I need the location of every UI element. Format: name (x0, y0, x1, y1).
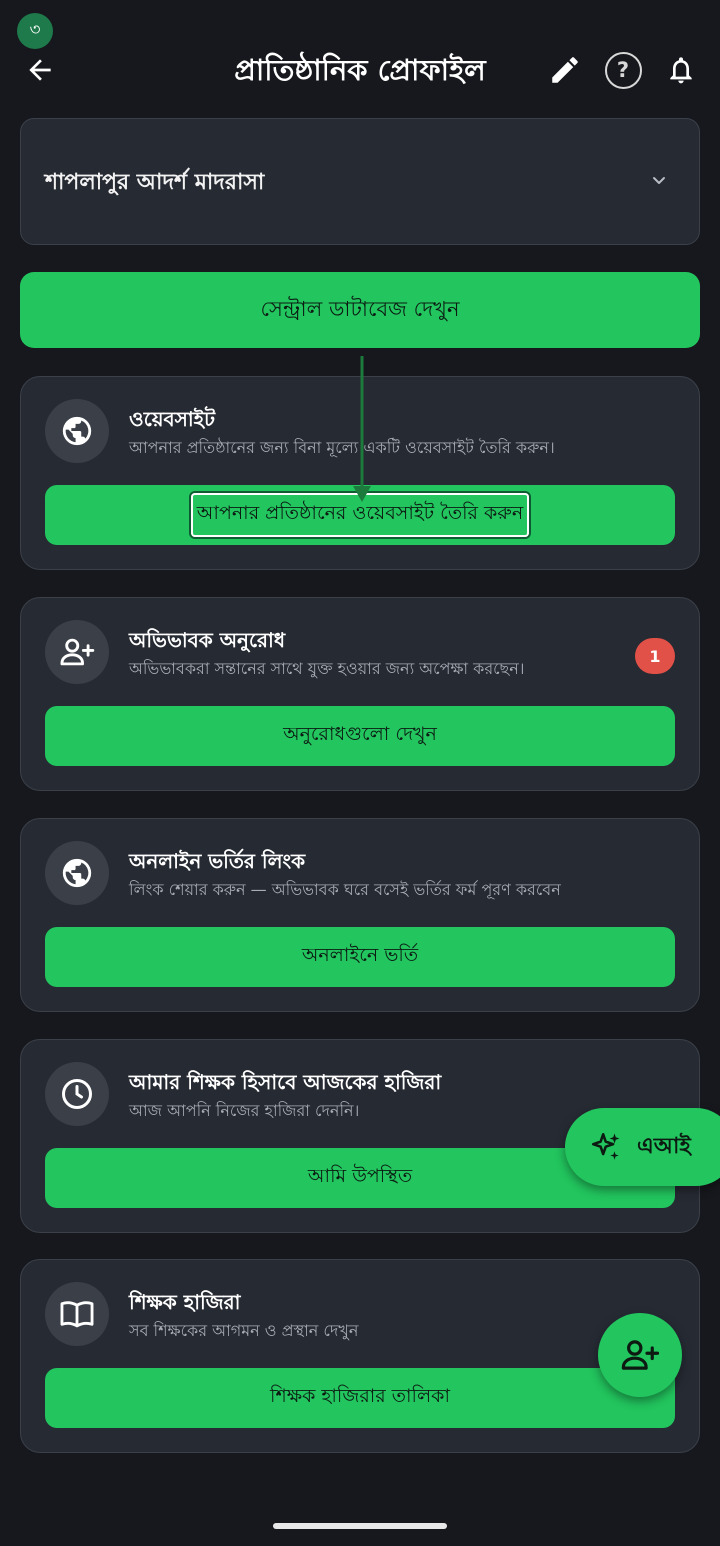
card-icon-wrap (45, 1062, 109, 1126)
card-title: আমার শিক্ষক হিসাবে আজকের হাজিরা (129, 1070, 442, 1094)
home-indicator[interactable] (273, 1523, 447, 1529)
ai-assistant-button[interactable]: এআই (565, 1108, 720, 1186)
institution-select-value: শাপলাপুর আদর্শ মাদরাসা (45, 170, 265, 195)
teacher-attendance-list-button[interactable]: শিক্ষক হাজিরার তালিকা (45, 1368, 675, 1428)
card-title: অনলাইন ভর্তির লিংক (129, 849, 306, 873)
card-subtitle: লিংক শেয়ার করুন — অভিভাবক ঘরে বসেই ভর্ত… (129, 880, 561, 899)
request-count-badge: 1 (635, 638, 675, 674)
sparkle-icon (591, 1132, 620, 1160)
card-subtitle: আজ আপনি নিজের হাজিরা দেননি। (129, 1101, 360, 1120)
globe-icon (62, 858, 92, 888)
card-subtitle: আপনার প্রতিষ্ঠানের জন্য বিনা মূল্যে একটি… (129, 438, 555, 457)
card-title: অভিভাবক অনুরোধ (129, 628, 286, 652)
chevron-down-icon (653, 177, 665, 184)
institution-select[interactable]: শাপলাপুর আদর্শ মাদরাসা (20, 118, 700, 245)
screen: ৩ প্রাতিষ্ঠানিক প্রোফাইল ? শাপলাপুর আদর্… (0, 0, 720, 1546)
online-admission-button[interactable]: অনলাইনে ভর্তি (45, 927, 675, 987)
annotation-arrow-icon (353, 356, 371, 502)
pencil-icon (552, 57, 578, 83)
edit-button[interactable] (545, 50, 585, 90)
card-icon-wrap (45, 1282, 109, 1346)
guardian-requests-card: অভিভাবক অনুরোধ অভিভাবকরা সন্তানের সাথে য… (20, 597, 700, 791)
card-icon-wrap (45, 620, 109, 684)
card-subtitle: সব শিক্ষকের আগমন ও প্রস্থান দেখুন (129, 1321, 359, 1340)
card-icon-wrap (45, 399, 109, 463)
card-subtitle: অভিভাবকরা সন্তানের সাথে যুক্ত হওয়ার জন্… (129, 659, 525, 678)
notifications-button[interactable] (661, 50, 701, 90)
person-add-icon (60, 638, 95, 666)
view-requests-button[interactable]: অনুরোধগুলো দেখুন (45, 706, 675, 766)
ai-button-label: এআই (637, 1133, 691, 1159)
add-person-button[interactable] (598, 1313, 682, 1397)
card-icon-wrap (45, 841, 109, 905)
central-database-button[interactable]: সেন্ট্রাল ডাটাবেজ দেখুন (20, 272, 700, 348)
online-admission-card: অনলাইন ভর্তির লিংক লিংক শেয়ার করুন — অভ… (20, 818, 700, 1012)
globe-icon (62, 416, 92, 446)
person-add-icon (621, 1340, 660, 1370)
bell-icon (670, 57, 692, 84)
question-icon: ? (604, 51, 642, 89)
card-title: ওয়েবসাইট (129, 407, 215, 431)
app-header: প্রাতিষ্ঠানিক প্রোফাইল ? (0, 40, 720, 100)
help-button[interactable]: ? (603, 50, 643, 90)
book-icon (60, 1301, 94, 1328)
clock-icon (62, 1079, 92, 1109)
card-title: শিক্ষক হাজিরা (129, 1290, 241, 1314)
